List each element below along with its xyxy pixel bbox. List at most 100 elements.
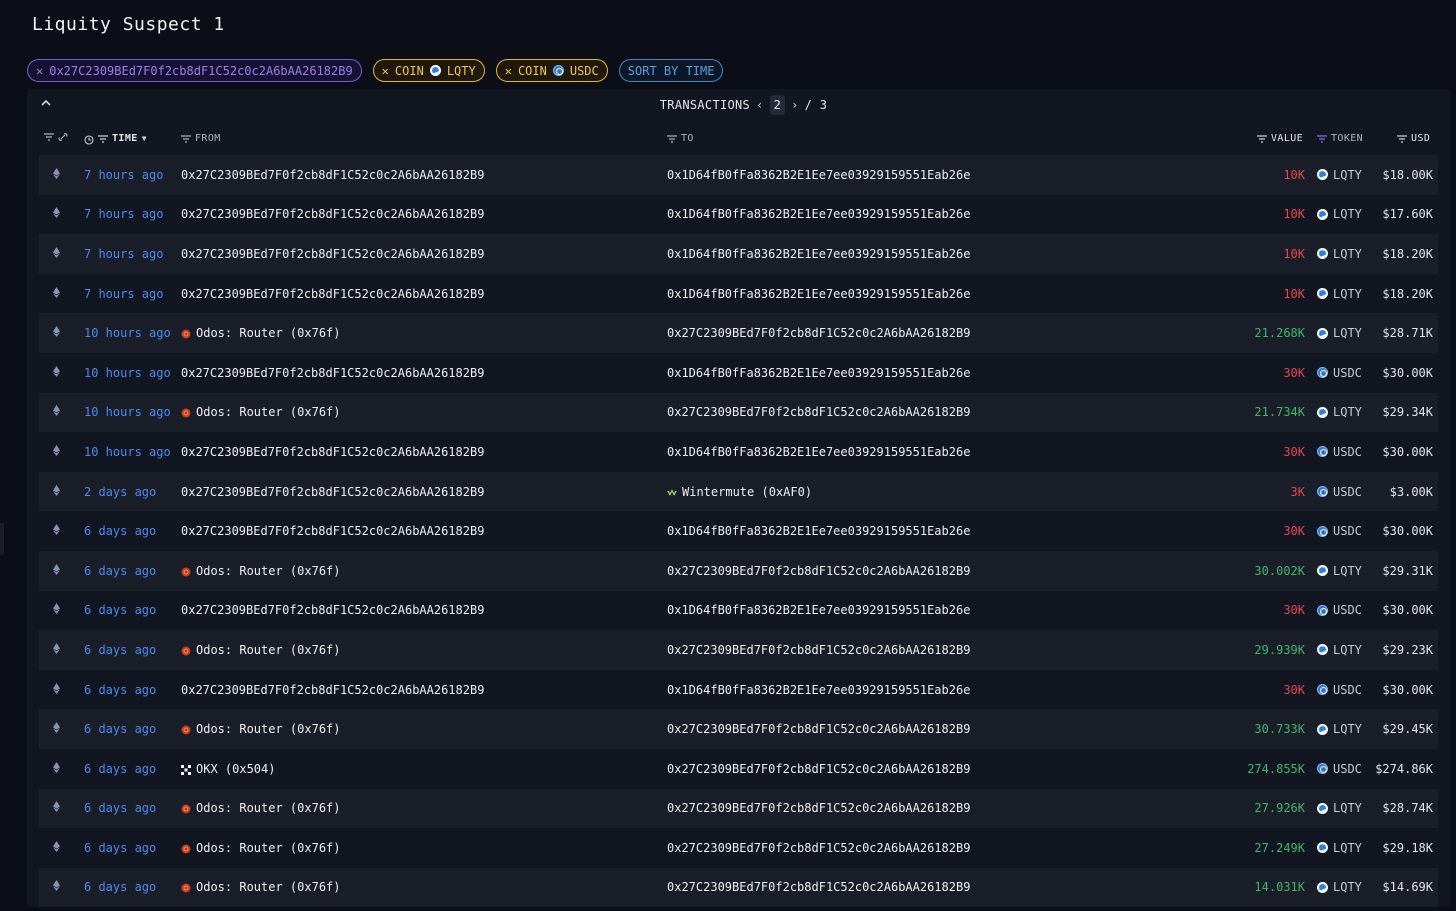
time-link[interactable]: 7 hours ago: [84, 234, 163, 274]
current-page[interactable]: 2: [769, 95, 786, 115]
filter-icon[interactable]: [44, 133, 54, 141]
table-row[interactable]: 7 hours ago 0x27C2309BEd7F0f2cb8dF1C52c0…: [39, 234, 1438, 274]
token-cell[interactable]: LQTY: [1317, 393, 1362, 433]
time-link[interactable]: 6 days ago: [84, 709, 156, 749]
time-link[interactable]: 10 hours ago: [84, 313, 171, 353]
to-entity[interactable]: 0x1D64fB0fFa8362B2E1Ee7ee03929159551Eab2…: [667, 274, 970, 314]
chevron-left-icon[interactable]: ‹: [754, 98, 766, 112]
table-row[interactable]: 6 days ago 0x27C2309BEd7F0f2cb8dF1C52c0c…: [39, 669, 1438, 710]
from-entity[interactable]: 0x27C2309BEd7F0f2cb8dF1C52c0c2A6bAA26182…: [181, 234, 484, 274]
time-link[interactable]: 6 days ago: [84, 670, 156, 710]
link-icon[interactable]: [58, 133, 68, 141]
time-link[interactable]: 10 hours ago: [84, 353, 171, 393]
token-cell[interactable]: LQTY: [1317, 234, 1362, 274]
token-cell[interactable]: LQTY: [1317, 868, 1362, 907]
token-column-header[interactable]: TOKEN: [1317, 133, 1363, 144]
token-cell[interactable]: USDC: [1317, 511, 1362, 551]
table-row[interactable]: 7 hours ago 0x27C2309BEd7F0f2cb8dF1C52c0…: [39, 273, 1438, 314]
to-entity[interactable]: 0x1D64fB0fFa8362B2E1Ee7ee03929159551Eab2…: [667, 432, 970, 472]
from-entity[interactable]: 0x27C2309BEd7F0f2cb8dF1C52c0c2A6bAA26182…: [181, 670, 484, 710]
from-entity[interactable]: Odos: Router (0x76f): [181, 789, 341, 829]
token-cell[interactable]: USDC: [1317, 591, 1362, 631]
time-link[interactable]: 7 hours ago: [84, 195, 163, 235]
table-row[interactable]: 6 days ago Odos: Router (0x76f) 0x27C230…: [39, 828, 1438, 868]
to-entity[interactable]: 0x27C2309BEd7F0f2cb8dF1C52c0c2A6bAA26182…: [667, 551, 970, 591]
table-row[interactable]: 6 days ago 0x27C2309BEd7F0f2cb8dF1C52c0c…: [39, 511, 1438, 551]
time-link[interactable]: 6 days ago: [84, 749, 156, 789]
to-entity[interactable]: 0x27C2309BEd7F0f2cb8dF1C52c0c2A6bAA26182…: [667, 313, 970, 353]
filter-icon[interactable]: [667, 134, 677, 143]
table-row[interactable]: 6 days ago OKX (0x504) 0x27C2309BEd7F0f2…: [39, 748, 1438, 789]
coin-filter-chip-lqty[interactable]: ✕ COIN LQTY: [372, 59, 485, 82]
usd-column-header[interactable]: USD: [1397, 133, 1430, 144]
to-entity[interactable]: 0x1D64fB0fFa8362B2E1Ee7ee03929159551Eab2…: [667, 155, 970, 195]
from-entity[interactable]: 0x27C2309BEd7F0f2cb8dF1C52c0c2A6bAA26182…: [181, 591, 484, 631]
to-entity[interactable]: 0x27C2309BEd7F0f2cb8dF1C52c0c2A6bAA26182…: [667, 630, 970, 670]
time-link[interactable]: 6 days ago: [84, 828, 156, 868]
value-column-header[interactable]: VALUE: [1257, 133, 1303, 144]
close-icon[interactable]: ✕: [382, 64, 389, 78]
token-cell[interactable]: LQTY: [1317, 551, 1362, 591]
table-row[interactable]: 6 days ago 0x27C2309BEd7F0f2cb8dF1C52c0c…: [39, 590, 1438, 631]
filter-icon[interactable]: [1397, 134, 1407, 143]
from-entity[interactable]: 0x27C2309BEd7F0f2cb8dF1C52c0c2A6bAA26182…: [181, 511, 484, 551]
to-entity[interactable]: 0x1D64fB0fFa8362B2E1Ee7ee03929159551Eab2…: [667, 234, 970, 274]
from-entity[interactable]: Odos: Router (0x76f): [181, 828, 341, 868]
filter-icon[interactable]: [181, 134, 191, 143]
table-row[interactable]: 7 hours ago 0x27C2309BEd7F0f2cb8dF1C52c0…: [39, 155, 1438, 195]
to-column-header[interactable]: TO: [667, 133, 694, 144]
to-entity[interactable]: 0x1D64fB0fFa8362B2E1Ee7ee03929159551Eab2…: [667, 353, 970, 393]
token-cell[interactable]: USDC: [1317, 353, 1362, 393]
from-entity[interactable]: Odos: Router (0x76f): [181, 868, 341, 907]
coin-filter-chip-usdc[interactable]: ✕ COIN USDC: [495, 59, 608, 82]
from-entity[interactable]: Odos: Router (0x76f): [181, 630, 341, 670]
table-row[interactable]: 6 days ago Odos: Router (0x76f) 0x27C230…: [39, 630, 1438, 670]
table-row[interactable]: 10 hours ago 0x27C2309BEd7F0f2cb8dF1C52c…: [39, 352, 1438, 393]
time-link[interactable]: 6 days ago: [84, 591, 156, 631]
table-row[interactable]: 7 hours ago 0x27C2309BEd7F0f2cb8dF1C52c0…: [39, 194, 1438, 235]
close-icon[interactable]: ✕: [36, 64, 43, 78]
from-entity[interactable]: 0x27C2309BEd7F0f2cb8dF1C52c0c2A6bAA26182…: [181, 432, 484, 472]
chain-column-header[interactable]: [44, 133, 68, 141]
token-cell[interactable]: USDC: [1317, 670, 1362, 710]
table-row[interactable]: 10 hours ago Odos: Router (0x76f) 0x27C2…: [39, 313, 1438, 353]
token-cell[interactable]: LQTY: [1317, 313, 1362, 353]
to-entity[interactable]: Wintermute (0xAF0): [667, 472, 812, 512]
table-row[interactable]: 10 hours ago Odos: Router (0x76f) 0x27C2…: [39, 392, 1438, 433]
from-entity[interactable]: OKX (0x504): [181, 749, 275, 789]
chevron-right-icon[interactable]: ›: [789, 98, 801, 112]
time-link[interactable]: 10 hours ago: [84, 432, 171, 472]
table-row[interactable]: 6 days ago Odos: Router (0x76f) 0x27C230…: [39, 709, 1438, 749]
time-link[interactable]: 6 days ago: [84, 868, 156, 907]
from-entity[interactable]: 0x27C2309BEd7F0f2cb8dF1C52c0c2A6bAA26182…: [181, 472, 484, 512]
filter-icon[interactable]: [1317, 134, 1327, 143]
to-entity[interactable]: 0x27C2309BEd7F0f2cb8dF1C52c0c2A6bAA26182…: [667, 749, 970, 789]
table-row[interactable]: 6 days ago Odos: Router (0x76f) 0x27C230…: [39, 788, 1438, 829]
token-cell[interactable]: LQTY: [1317, 195, 1362, 235]
to-entity[interactable]: 0x27C2309BEd7F0f2cb8dF1C52c0c2A6bAA26182…: [667, 393, 970, 433]
token-cell[interactable]: LQTY: [1317, 630, 1362, 670]
to-entity[interactable]: 0x1D64fB0fFa8362B2E1Ee7ee03929159551Eab2…: [667, 195, 970, 235]
to-entity[interactable]: 0x1D64fB0fFa8362B2E1Ee7ee03929159551Eab2…: [667, 511, 970, 551]
token-cell[interactable]: LQTY: [1317, 789, 1362, 829]
time-link[interactable]: 6 days ago: [84, 551, 156, 591]
side-handle[interactable]: [0, 523, 4, 555]
time-link[interactable]: 7 hours ago: [84, 155, 163, 195]
time-link[interactable]: 6 days ago: [84, 630, 156, 670]
time-link[interactable]: 6 days ago: [84, 511, 156, 551]
token-cell[interactable]: LQTY: [1317, 274, 1362, 314]
from-entity[interactable]: Odos: Router (0x76f): [181, 393, 341, 433]
from-column-header[interactable]: FROM: [181, 133, 221, 144]
table-row[interactable]: 2 days ago 0x27C2309BEd7F0f2cb8dF1C52c0c…: [39, 471, 1438, 512]
filter-icon[interactable]: [1257, 134, 1267, 143]
time-link[interactable]: 2 days ago: [84, 472, 156, 512]
time-link[interactable]: 6 days ago: [84, 789, 156, 829]
to-entity[interactable]: 0x27C2309BEd7F0f2cb8dF1C52c0c2A6bAA26182…: [667, 789, 970, 829]
token-cell[interactable]: USDC: [1317, 749, 1362, 789]
table-row[interactable]: 10 hours ago 0x27C2309BEd7F0f2cb8dF1C52c…: [39, 432, 1438, 472]
from-entity[interactable]: 0x27C2309BEd7F0f2cb8dF1C52c0c2A6bAA26182…: [181, 155, 484, 195]
from-entity[interactable]: Odos: Router (0x76f): [181, 709, 341, 749]
token-cell[interactable]: LQTY: [1317, 155, 1362, 195]
time-link[interactable]: 10 hours ago: [84, 393, 171, 433]
caret-down-icon[interactable]: ▼: [142, 134, 147, 143]
